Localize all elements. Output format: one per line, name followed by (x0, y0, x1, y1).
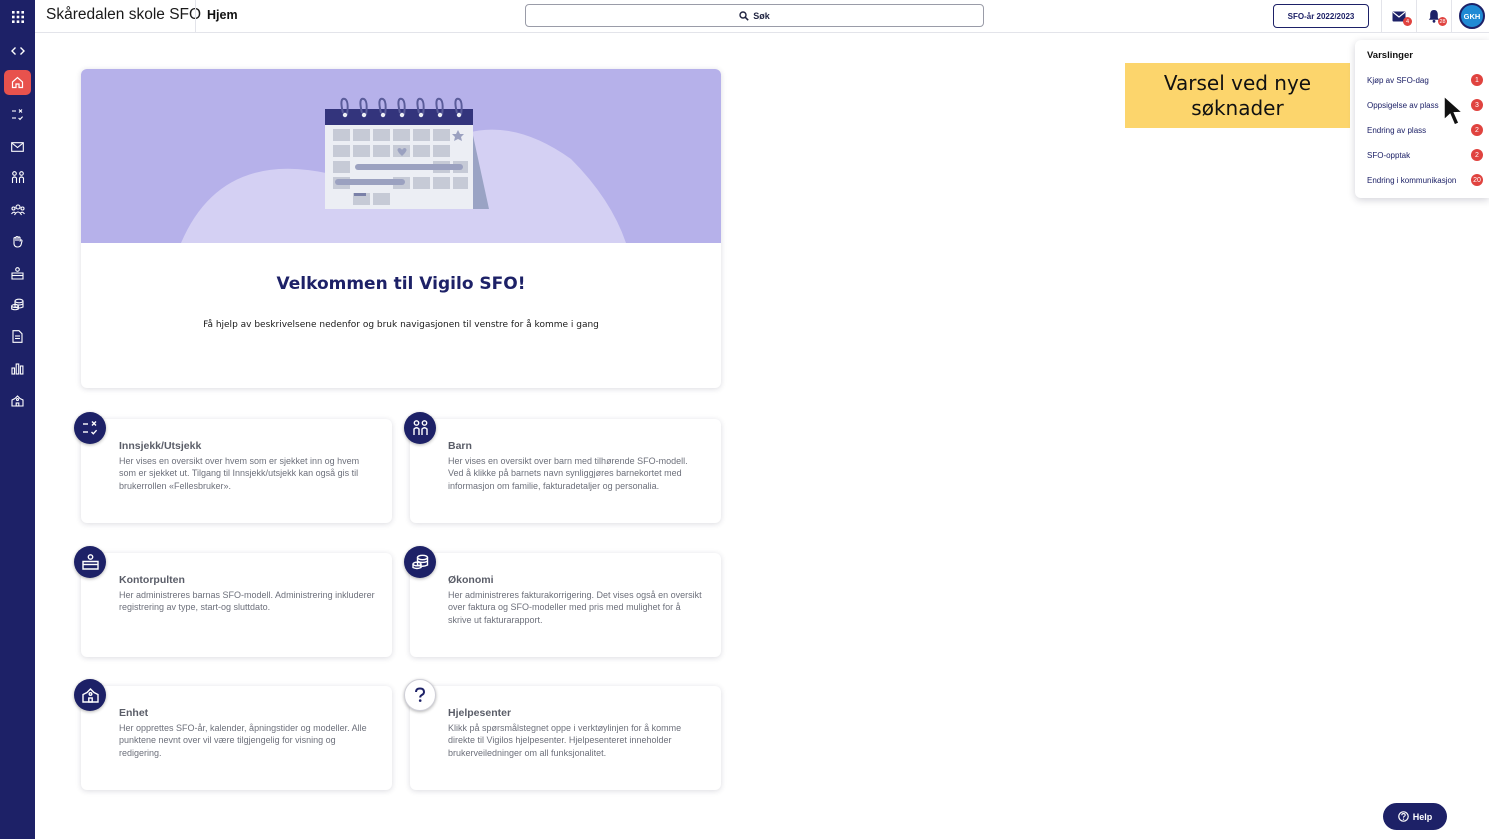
notification-label: Kjøp av SFO-dag (1367, 76, 1429, 85)
feature-card-text: Her administreres fakturakorrigering. De… (448, 590, 702, 625)
children-icon (11, 171, 24, 183)
notifications-button[interactable]: 28 (1423, 6, 1447, 26)
sidebar-item-statistics[interactable] (4, 356, 31, 381)
feature-card-text: Her vises en oversikt over hvem som er s… (119, 456, 360, 491)
school-year-button[interactable]: SFO-år 2022/2023 (1273, 4, 1369, 28)
feature-card-title: Kontorpulten (119, 574, 185, 586)
sidebar-toggle[interactable] (4, 38, 31, 63)
mouse-cursor-icon (1443, 94, 1465, 126)
sidebar-item-economy[interactable] (4, 292, 31, 317)
notification-label: Endring av plass (1367, 126, 1427, 135)
feature-card-text: Her opprettes SFO-år, kalender, åpningst… (119, 723, 367, 758)
messages-button[interactable]: 4 (1388, 6, 1412, 26)
notification-count-badge: 1 (1471, 74, 1483, 86)
sidebar-item-home[interactable] (4, 70, 31, 95)
check-in-icon (12, 109, 24, 121)
group-icon (10, 203, 25, 215)
annotation-callout: Varsel ved nye søknader (1125, 63, 1350, 128)
feature-card-title: Innsjekk/Utsjekk (119, 440, 202, 452)
welcome-title: Velkommen til Vigilo SFO! (276, 274, 526, 294)
welcome-card: Velkommen til Vigilo SFO! Få hjelp av be… (81, 69, 721, 388)
children-icon (404, 412, 436, 444)
apps-grid-icon (11, 10, 24, 23)
sidebar-item-check-in[interactable] (4, 102, 31, 127)
divider (195, 0, 196, 33)
notifications-title: Varslinger (1367, 50, 1413, 61)
sidebar-item-unit[interactable] (4, 388, 31, 413)
notification-count-badge: 3 (1471, 99, 1483, 111)
divider (1451, 0, 1452, 33)
top-bar: Skåredalen skole SFO Hjem Søk SFO-år 202… (0, 0, 1489, 33)
school-icon (11, 395, 24, 407)
divider (1416, 0, 1417, 33)
notification-count-badge: 2 (1471, 149, 1483, 161)
bar-chart-icon (11, 362, 24, 375)
document-icon (12, 330, 23, 343)
mail-badge: 4 (1403, 17, 1412, 26)
sidebar-item-documents[interactable] (4, 324, 31, 349)
feature-card-children[interactable]: Barn Her vises en oversikt over barn med… (410, 419, 721, 523)
envelope-icon (11, 141, 24, 152)
search-input[interactable]: Søk (525, 4, 984, 27)
sidebar-item-staff[interactable] (4, 197, 31, 222)
feature-card-unit[interactable]: Enhet Her opprettes SFO-år, kalender, åp… (81, 686, 392, 790)
coins-icon (404, 546, 436, 578)
feature-card-check-in[interactable]: Innsjekk/Utsjekk Her vises en oversikt o… (81, 419, 392, 523)
coins-icon (11, 298, 24, 311)
help-button[interactable]: Help (1383, 803, 1447, 830)
sidebar (0, 33, 35, 839)
notification-item[interactable]: Kjøp av SFO-dag 1 (1367, 74, 1483, 88)
divider (1381, 0, 1382, 33)
feature-card-title: Barn (448, 440, 472, 452)
sidebar-item-activities[interactable] (4, 229, 31, 254)
welcome-subtitle: Få hjelp av beskrivelsene nedenfor og br… (203, 320, 599, 330)
home-icon (11, 76, 24, 89)
search-label: Søk (753, 10, 770, 21)
feature-card-title: Enhet (119, 707, 149, 719)
sidebar-item-messages[interactable] (4, 134, 31, 159)
notification-label: Oppsigelse av plass (1367, 101, 1439, 110)
notification-count-badge: 20 (1471, 174, 1483, 186)
expand-arrows-icon (10, 46, 25, 55)
calendar-illustration (81, 69, 721, 243)
feature-card-text: Her vises en oversikt over barn med tilh… (448, 456, 688, 491)
help-icon (1397, 811, 1409, 822)
feature-card-economy[interactable]: Økonomi Her administreres fakturakorrige… (410, 553, 721, 657)
feature-card-desk[interactable]: Kontorpulten Her administreres barnas SF… (81, 553, 392, 657)
notification-item[interactable]: Endring i kommunikasjon 20 (1367, 174, 1483, 188)
notifications-panel: Varslinger Kjøp av SFO-dag 1 Oppsigelse … (1355, 40, 1489, 198)
sidebar-item-children[interactable] (4, 165, 31, 190)
app-title: Skåredalen skole SFO (46, 6, 202, 23)
desk-icon (74, 546, 106, 578)
annotation-line: søknader (1191, 95, 1284, 120)
check-in-icon (74, 412, 106, 444)
sidebar-item-desk[interactable] (4, 261, 31, 286)
feature-card-help-center[interactable]: Hjelpesenter Klikk på spørsmålstegnet op… (410, 686, 721, 790)
notification-item[interactable]: SFO-opptak 2 (1367, 149, 1483, 163)
school-icon (74, 679, 106, 711)
feature-card-text: Klikk på spørsmålstegnet oppe i verktøyl… (448, 723, 682, 758)
hand-icon (12, 235, 23, 248)
feature-card-title: Hjelpesenter (448, 707, 512, 719)
user-avatar[interactable]: GKH (1459, 3, 1485, 29)
breadcrumb[interactable]: Hjem (207, 8, 238, 22)
annotation-line: Varsel ved nye (1163, 70, 1312, 95)
notification-label: SFO-opptak (1367, 151, 1411, 160)
notification-count-badge: 2 (1471, 124, 1483, 136)
search-icon (739, 10, 749, 21)
notification-label: Endring i kommunikasjon (1367, 176, 1457, 185)
feature-card-title: Økonomi (448, 574, 494, 586)
desk-icon (11, 267, 24, 280)
question-icon (404, 679, 436, 711)
bell-badge: 28 (1438, 17, 1447, 26)
feature-card-text: Her administreres barnas SFO-modell. Adm… (119, 590, 375, 613)
apps-grid-button[interactable] (0, 0, 35, 33)
help-label: Help (1412, 811, 1433, 822)
